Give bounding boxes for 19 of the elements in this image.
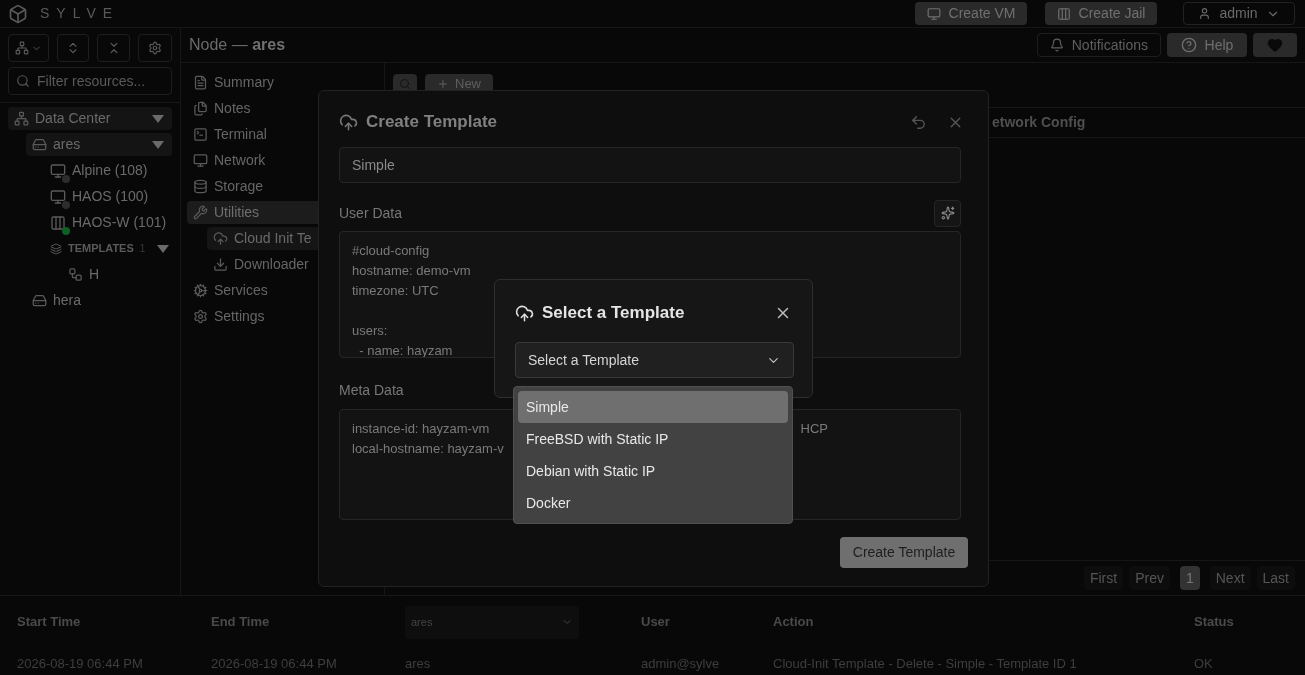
tree-label: ares bbox=[53, 135, 81, 154]
tree-label: Alpine (108) bbox=[72, 161, 148, 180]
dialog-title: Select a Template bbox=[542, 302, 685, 325]
column-header: Status bbox=[1194, 613, 1235, 632]
column-header: User bbox=[641, 613, 671, 632]
field-label: Meta Data bbox=[339, 381, 404, 400]
page-title: Node — ares bbox=[189, 35, 286, 55]
column-header: End Time bbox=[211, 613, 271, 632]
tree-label: hera bbox=[53, 291, 82, 310]
column-header: Action bbox=[773, 613, 815, 632]
tree-label: H bbox=[89, 265, 100, 284]
tree-label: Data Center bbox=[35, 109, 111, 128]
column-header: Start Time bbox=[17, 613, 82, 632]
brand-name: SYLVE bbox=[40, 4, 120, 23]
dialog-title: Create Template bbox=[366, 111, 497, 134]
tree-label: HAOS-W (101) bbox=[72, 213, 167, 232]
group-label: TEMPLATES bbox=[68, 241, 134, 257]
tree-label: HAOS (100) bbox=[72, 187, 149, 206]
column-header: etwork Config bbox=[992, 113, 1086, 132]
